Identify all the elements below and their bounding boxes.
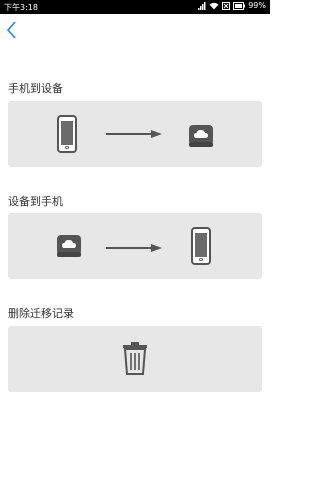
trash-icon [123,342,147,375]
section-title-delete-records: 删除迁移记录 [8,307,74,320]
status-time: 下午3:18 [4,3,38,12]
phone-icon [191,227,211,265]
wifi-icon [209,2,219,9]
status-icons: 99% [198,1,266,10]
notification-x-icon [222,1,231,10]
cloud-drive-icon [57,235,81,257]
cloud-drive-icon [189,125,213,147]
arrow-right-icon [106,130,162,138]
battery-icon [233,1,246,10]
card-device-to-phone[interactable] [8,213,262,279]
card-phone-to-device[interactable] [8,101,262,167]
arrow-right-icon [106,244,162,252]
status-bar: 下午3:18 99% [0,0,270,14]
signal-icon [198,1,206,10]
battery-percent: 99% [248,1,266,10]
back-chevron-icon[interactable] [4,20,20,40]
card-delete-records[interactable] [8,326,262,392]
section-title-phone-to-device: 手机到设备 [8,82,63,95]
phone-icon [57,115,77,153]
section-title-device-to-phone: 设备到手机 [8,195,63,208]
